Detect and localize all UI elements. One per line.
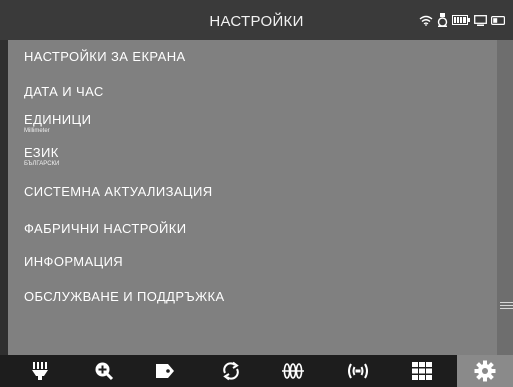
probe-tab-icon bbox=[32, 362, 48, 380]
menu-item-label: ЕЗИК bbox=[24, 145, 59, 160]
tab-rotate[interactable] bbox=[203, 355, 259, 387]
tab-settings[interactable] bbox=[457, 355, 513, 387]
wifi-icon bbox=[419, 15, 433, 26]
tag-icon bbox=[156, 364, 174, 378]
menu-item-display-settings[interactable]: НАСТРОЙКИ ЗА ЕКРАНА bbox=[24, 49, 186, 64]
menu-item-value: БЪЛГАРСКИ bbox=[24, 161, 60, 167]
menu-item-system-update[interactable]: СИСТЕМНА АКТУАЛИЗАЦИЯ bbox=[24, 184, 212, 199]
gear-icon bbox=[474, 360, 496, 382]
menu-item-label: НАСТРОЙКИ ЗА ЕКРАНА bbox=[24, 49, 186, 64]
tab-probe[interactable] bbox=[12, 355, 68, 387]
menu-item-units[interactable]: ЕДИНИЦИ Millimeter bbox=[24, 112, 91, 135]
menu-item-service-support[interactable]: ОБСЛУЖВАНЕ И ПОДДРЪЖКА bbox=[24, 289, 225, 304]
menu-item-date-time[interactable]: ДАТА И ЧАС bbox=[24, 84, 104, 99]
menu-item-language[interactable]: ЕЗИК БЪЛГАРСКИ bbox=[24, 145, 59, 168]
tab-tag[interactable] bbox=[137, 355, 193, 387]
bottom-toolbar bbox=[0, 355, 513, 387]
rotate-icon bbox=[223, 361, 239, 381]
menu-item-label: ОБСЛУЖВАНЕ И ПОДДРЪЖКА bbox=[24, 289, 225, 304]
tab-grid[interactable] bbox=[394, 355, 450, 387]
menu-item-label: ЕДИНИЦИ bbox=[24, 112, 92, 127]
grid-icon bbox=[412, 362, 432, 380]
coil-icon bbox=[282, 363, 304, 379]
settings-screen: НАСТРОЙКИ НАСТРОЙКИ ЗА ЕКРАНА ДАТА И ЧАС… bbox=[0, 0, 513, 387]
signal-icon bbox=[348, 363, 368, 379]
scrollbar-thumb[interactable] bbox=[500, 300, 513, 316]
tab-signal[interactable] bbox=[330, 355, 386, 387]
menu-item-factory-reset[interactable]: ФАБРИЧНИ НАСТРОЙКИ bbox=[24, 221, 186, 236]
probe-icon bbox=[437, 13, 448, 27]
tab-coil[interactable] bbox=[265, 355, 321, 387]
menu-item-information[interactable]: ИНФОРМАЦИЯ bbox=[24, 254, 123, 269]
menu-item-label: ФАБРИЧНИ НАСТРОЙКИ bbox=[24, 221, 187, 236]
menu-item-value: Millimeter bbox=[24, 128, 50, 134]
battery-icon bbox=[452, 15, 470, 25]
menu-item-label: СИСТЕМНА АКТУАЛИЗАЦИЯ bbox=[24, 184, 213, 199]
menu-item-label: ДАТА И ЧАС bbox=[24, 84, 104, 99]
title-bar: НАСТРОЙКИ bbox=[0, 0, 513, 40]
status-icons bbox=[419, 13, 505, 27]
toggle-icon bbox=[491, 15, 505, 25]
zoom-in-icon bbox=[95, 362, 114, 381]
settings-list: НАСТРОЙКИ ЗА ЕКРАНА ДАТА И ЧАС ЕДИНИЦИ M… bbox=[8, 40, 497, 355]
monitor-icon bbox=[474, 14, 487, 26]
tab-zoom[interactable] bbox=[76, 355, 132, 387]
menu-item-label: ИНФОРМАЦИЯ bbox=[24, 254, 124, 269]
